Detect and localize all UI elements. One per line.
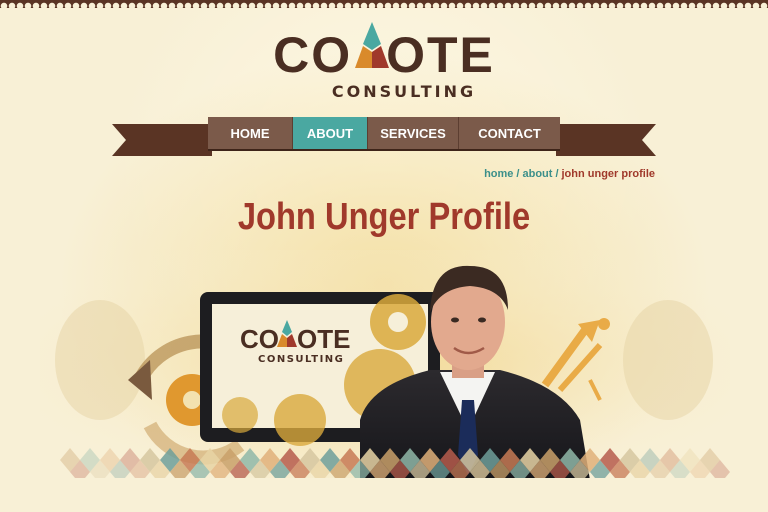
faint-face-left [55,300,145,420]
nav-about[interactable]: ABOUT [293,117,368,149]
breadcrumb-about[interactable]: about [522,168,552,180]
ribbon-right-end [556,124,656,156]
nav-contact[interactable]: CONTACT [459,117,560,149]
breadcrumb: home / about / john unger profile [484,168,655,180]
top-scalloped-border [0,0,768,8]
logo-word-right: OTE [386,27,495,83]
screen-logo-left: CO [240,324,279,354]
screen-logo-subtitle: CONSULTING [258,354,344,365]
main-navigation: HOME ABOUT SERVICES CONTACT [208,117,560,149]
breadcrumb-home[interactable]: home [484,168,513,180]
nav-services[interactable]: SERVICES [368,117,459,149]
ribbon-left-end [112,124,212,156]
logo-word-left: CO [273,27,353,83]
faint-face-right [623,300,713,420]
page-title: John Unger Profile [237,196,531,238]
logo-wordmark: CO OTE [273,22,495,83]
screen-logo-right: OTE [297,324,350,354]
breadcrumb-current: john unger profile [561,168,656,180]
logo-arrow-icon [355,22,390,68]
hero-illustration: CO OTE CONSULTING [40,250,730,480]
nav-home[interactable]: HOME [208,117,293,149]
logo-subtitle: CONSULTING [331,82,477,101]
site-logo[interactable]: CO OTE CONSULTING [0,22,768,101]
breadcrumb-separator: / [555,168,559,180]
breadcrumb-separator: / [516,168,520,180]
content-area [0,478,768,512]
